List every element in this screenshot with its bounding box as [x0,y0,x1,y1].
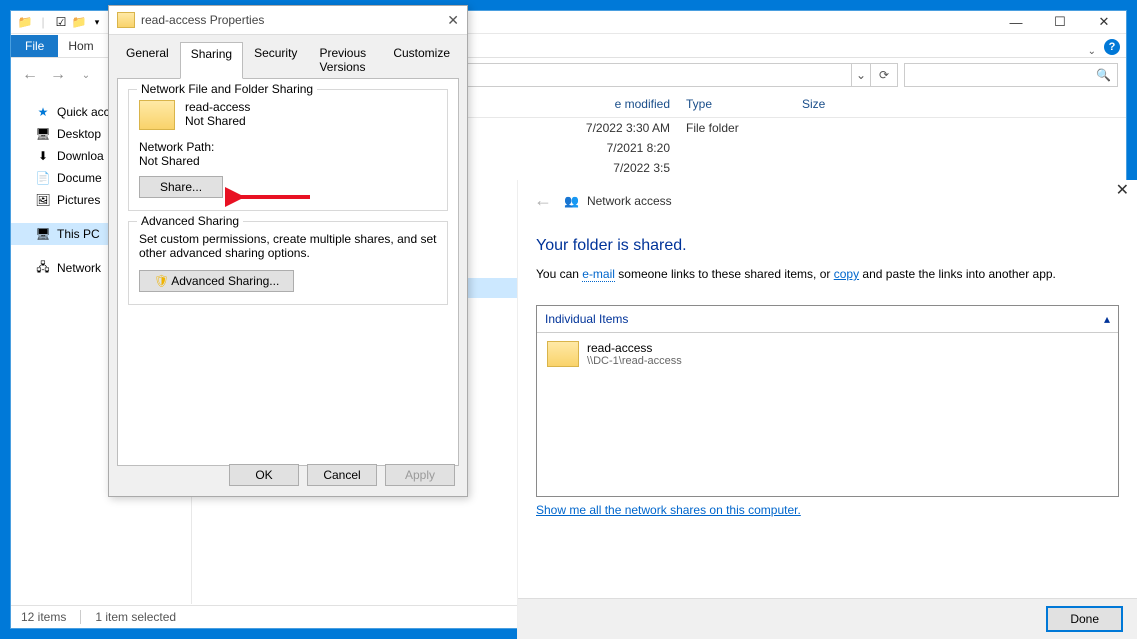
status-count: 12 items [21,610,66,624]
properties-tab[interactable]: Security [243,41,308,78]
item-path: \\DC-1\read-access [587,355,682,367]
dialog-buttons: OK Cancel Apply [229,464,455,486]
done-button[interactable]: Done [1046,606,1123,632]
folder-icon [547,341,579,367]
folder-icon [117,12,135,28]
properties-tab[interactable]: General [115,41,180,78]
advanced-sharing-button[interactable]: 🛡Advanced Sharing... [139,270,294,292]
panel-header: Network access [587,194,672,208]
properties-dialog: read-access Properties ✕ GeneralSharingS… [108,5,468,497]
shared-item-row[interactable]: read-access \\DC-1\read-access [537,333,1118,375]
maximize-button[interactable]: ☐ [1038,11,1082,33]
item-name: read-access [587,341,682,355]
minimize-button[interactable]: — [994,11,1038,33]
file-tab[interactable]: File [11,35,58,57]
panel-description: You can e-mail someone links to these sh… [536,267,1119,281]
copy-link[interactable]: copy [834,267,859,281]
advanced-sharing-desc: Set custom permissions, create multiple … [139,232,437,260]
people-icon: 👥 [564,194,579,208]
folder-icon [139,100,175,130]
annotation-arrow [225,185,315,209]
col-size[interactable]: Size [794,97,890,111]
share-button[interactable]: Share... [139,176,223,198]
individual-items-box: Individual Items ▴ read-access \\DC-1\re… [536,305,1119,497]
sidebar-label: Network [57,261,101,275]
show-all-shares-link[interactable]: Show me all the network shares on this c… [536,503,801,517]
group-legend: Advanced Sharing [137,214,243,228]
sidebar-label: Docume [57,171,102,185]
sidebar-label: Downloa [57,149,104,163]
folder-icon: 📁 [17,14,33,30]
sidebar-icon: 🖥 [35,226,51,242]
ribbon-chevron-icon[interactable]: ⌄ [1088,46,1096,57]
sidebar-icon: 📄 [35,170,51,186]
search-icon: 🔍 [1096,68,1111,82]
dialog-titlebar[interactable]: read-access Properties ✕ [109,6,467,35]
close-icon[interactable]: ✕ [447,12,459,29]
items-box-header: Individual Items [545,312,628,326]
network-path-value: Not Shared [139,154,437,168]
col-type[interactable]: Type [678,97,794,111]
panel-title: Your folder is shared. [536,237,1119,255]
sidebar-label: This PC [57,227,100,241]
refresh-icon[interactable]: ⟳ [871,63,898,87]
home-tab[interactable]: Hom [58,35,103,57]
properties-tab[interactable]: Customize [382,41,461,78]
sidebar-label: Desktop [57,127,101,141]
close-button[interactable]: ✕ [1082,11,1126,33]
sharing-tab-body: Network File and Folder Sharing read-acc… [117,78,459,466]
divider: | [35,14,51,30]
cancel-button[interactable]: Cancel [307,464,377,486]
sidebar-icon: ⬇ [35,148,51,164]
folder-name: read-access [139,100,437,114]
panel-footer: Done [518,598,1137,639]
back-icon[interactable]: ← [534,190,552,211]
nav-back-icon[interactable]: ← [19,66,41,84]
shield-icon: 🛡 [154,274,169,288]
search-input[interactable]: 🔍 [904,63,1118,87]
dialog-title: read-access Properties [141,13,264,27]
properties-tab[interactable]: Sharing [180,42,243,79]
sidebar-label: Pictures [57,193,100,207]
qat-dropdown-icon[interactable]: ▾ [89,14,105,30]
network-access-panel: ✕ ← 👥 Network access Your folder is shar… [517,180,1137,639]
sidebar-icon: 🖥 [35,126,51,142]
sidebar-icon: 🖼 [35,192,51,208]
nav-forward-icon[interactable]: → [47,66,69,84]
shared-status: Not Shared [139,114,437,128]
sidebar-icon: ★ [35,104,51,120]
nav-dropdown-icon[interactable]: ⌄ [75,70,97,81]
apply-button[interactable]: Apply [385,464,455,486]
address-dropdown-icon[interactable]: ⌄ [852,63,871,87]
email-link[interactable]: e-mail [582,267,615,282]
advanced-sharing-group: Advanced Sharing Set custom permissions,… [128,221,448,305]
close-icon[interactable]: ✕ [1116,180,1129,200]
sidebar-label: Quick acc [57,105,110,119]
status-selected: 1 item selected [95,610,176,624]
properties-icon[interactable]: ☑ [53,14,69,30]
help-icon[interactable]: ? [1104,39,1120,55]
group-legend: Network File and Folder Sharing [137,82,317,96]
ok-button[interactable]: OK [229,464,299,486]
folder-icon: 📁 [71,14,87,30]
properties-tab[interactable]: Previous Versions [308,41,382,78]
collapse-icon[interactable]: ▴ [1104,312,1110,326]
sidebar-icon: 🖧 [35,260,51,276]
properties-tabs: GeneralSharingSecurityPrevious VersionsC… [109,35,467,78]
network-path-label: Network Path: [139,140,437,154]
